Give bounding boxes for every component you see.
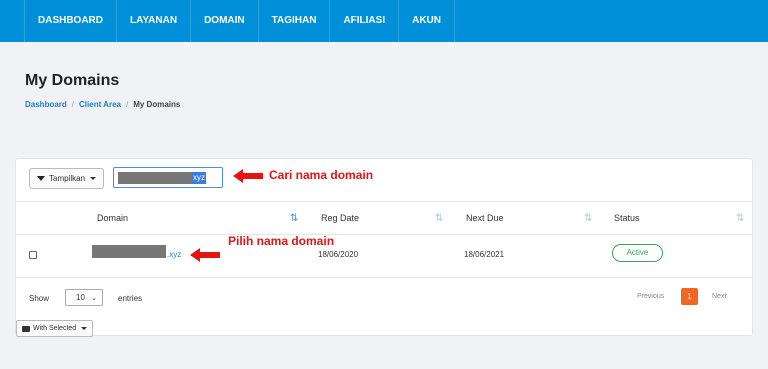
table-row[interactable]: .xyz 18/06/2020 18/06/2021 Active [16,235,752,278]
filter-button-label: Tampilkan [49,174,86,183]
show-label: Show [29,294,50,303]
sort-icon[interactable]: ⇅ [290,213,298,224]
redacted-text [118,171,192,184]
folder-open-icon [22,325,30,332]
filter-button[interactable]: Tampilkan [29,168,105,189]
annotation-search-hint: Cari nama domain [269,168,374,182]
column-header-reg-date[interactable]: Reg Date [321,213,359,223]
breadcrumb-current: My Domains [133,100,181,109]
annotation-row-hint: Pilih nama domain [228,234,335,248]
search-input[interactable]: xyz [113,167,223,188]
search-selected-text: xyz [192,171,206,184]
row-checkbox[interactable] [29,251,37,259]
page-title: My Domains [25,72,120,89]
sort-icon[interactable]: ⇅ [736,213,744,224]
chevron-down-icon: ⌄ [91,295,97,302]
with-selected-label: With Selected [33,325,77,332]
breadcrumb-separator: / [71,100,75,109]
domain-link[interactable]: .xyz [167,250,181,259]
caret-down-icon [90,177,97,180]
reg-date-cell: 18/06/2020 [318,250,359,259]
entries-select-value: 10 [76,293,85,302]
column-header-domain[interactable]: Domain [97,213,128,223]
table-header: Domain ⇅ Reg Date ⇅ Next Due ⇅ Status ⇅ [16,201,752,235]
breadcrumb-client-area[interactable]: Client Area [79,100,121,109]
status-badge: Active [612,244,663,262]
entries-select[interactable]: 10 ⌄ [65,289,103,306]
nav-item-akun[interactable]: AKUN [399,0,455,42]
redacted-domain-name [92,245,166,258]
nav-item-domain[interactable]: DOMAIN [191,0,259,42]
with-selected-button[interactable]: With Selected [16,320,94,337]
top-nav: DASHBOARD LAYANAN DOMAIN TAGIHAN AFILIAS… [0,0,768,42]
entries-label: entries [118,294,143,303]
nav-item-dashboard[interactable]: DASHBOARD [24,0,117,42]
nav-item-afiliasi[interactable]: AFILIASI [330,0,400,42]
column-header-status[interactable]: Status [614,213,640,223]
arrow-left-icon [190,248,220,262]
sort-icon[interactable]: ⇅ [584,213,592,224]
nav-item-tagihan[interactable]: TAGIHAN [259,0,331,42]
breadcrumb-dashboard[interactable]: Dashboard [25,100,67,109]
pagination-next[interactable]: Next [712,293,726,300]
sort-icon[interactable]: ⇅ [435,213,443,224]
breadcrumb-separator: / [125,100,129,109]
filter-icon [37,176,45,181]
pagination-page-1[interactable]: 1 [681,288,698,305]
next-due-cell: 18/06/2021 [464,250,505,259]
column-header-next-due[interactable]: Next Due [466,213,504,223]
arrow-left-icon [233,169,263,183]
caret-down-icon [81,327,88,330]
nav-item-layanan[interactable]: LAYANAN [117,0,192,42]
domains-card: Tampilkan xyz Cari nama domain Domain ⇅ … [15,158,753,337]
breadcrumb: Dashboard / Client Area / My Domains [25,100,180,109]
pagination-previous[interactable]: Previous [637,293,664,300]
